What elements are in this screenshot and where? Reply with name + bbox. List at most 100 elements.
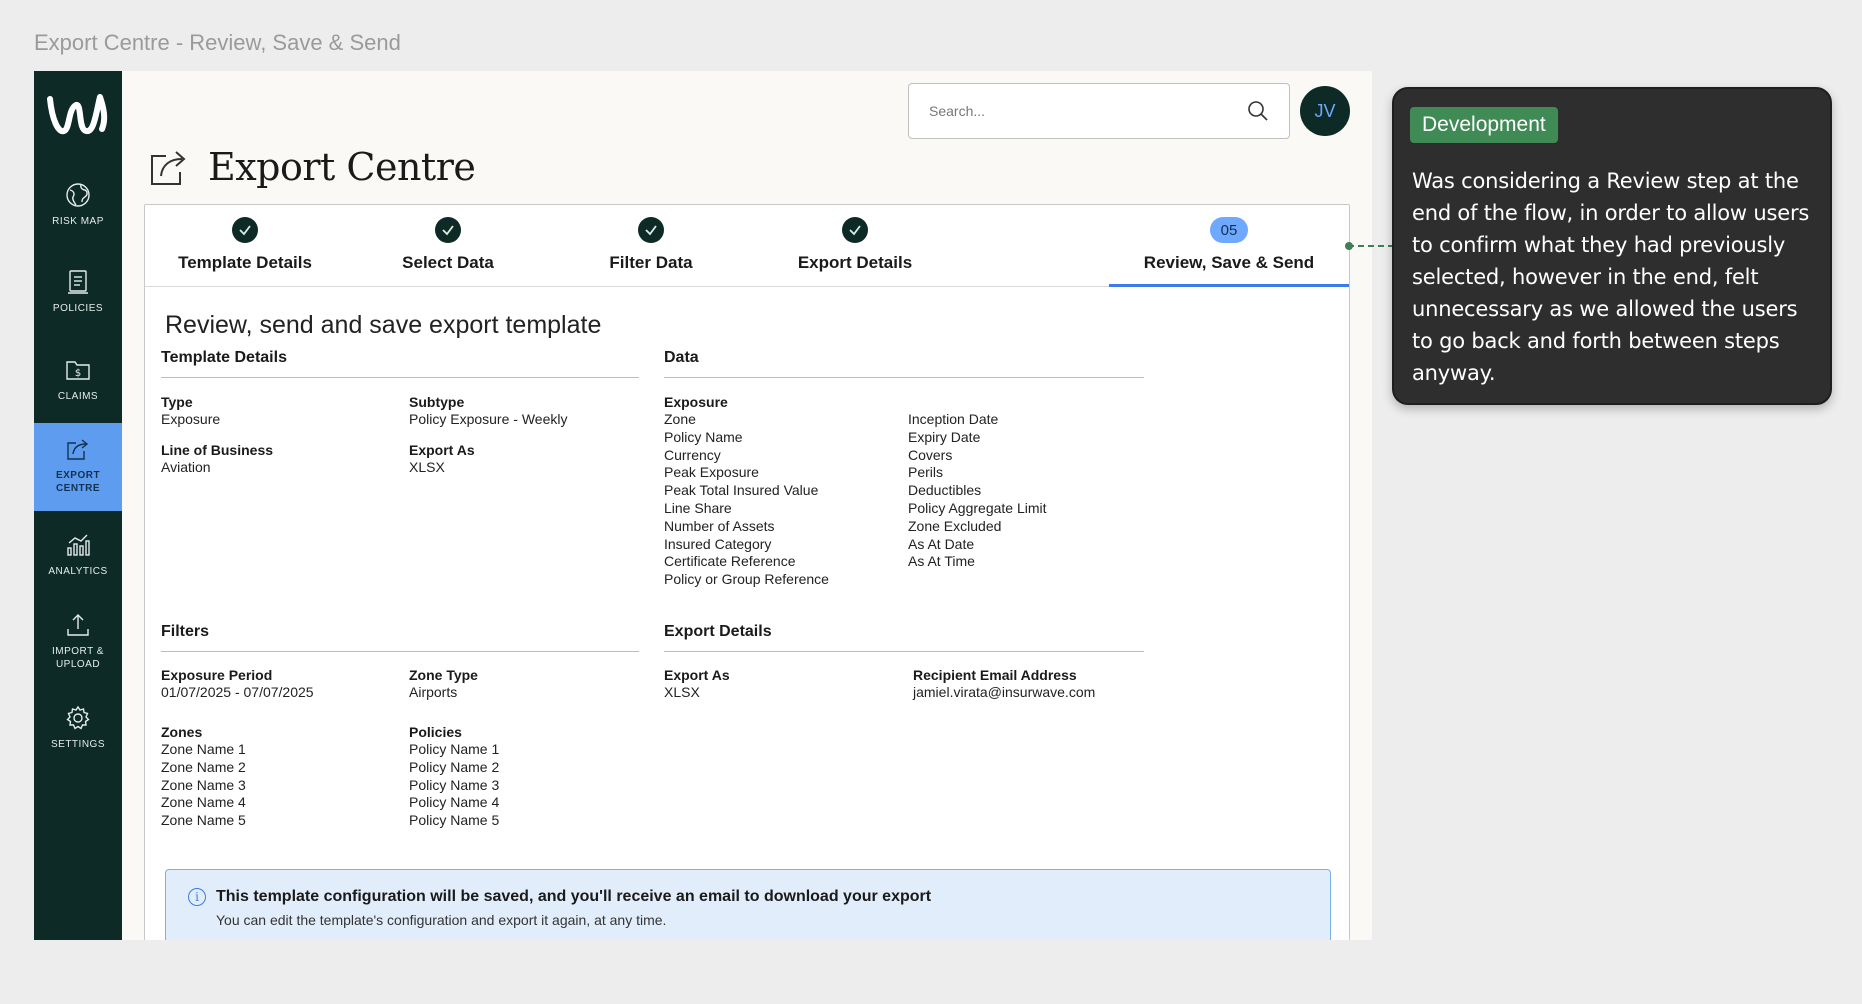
list-item: Policy or Group Reference <box>664 571 829 588</box>
exposure-label: Exposure <box>664 394 728 410</box>
divider <box>161 377 639 378</box>
sidebar-item-risk-map[interactable]: RISK MAP <box>34 181 122 245</box>
gear-icon <box>66 705 90 730</box>
export-as-value: XLSX <box>664 684 700 700</box>
check-icon <box>842 217 868 243</box>
list-item: Inception Date <box>908 411 999 427</box>
analytics-icon <box>67 534 90 556</box>
template-details-title: Template Details <box>161 349 287 366</box>
list-item: Line Share <box>664 499 732 516</box>
document-icon <box>68 270 88 294</box>
step-label: Select Data <box>402 253 494 272</box>
list-item: Policy Name <box>664 428 743 445</box>
sidebar-item-label: RISK MAP <box>52 216 104 227</box>
list-item: Currency <box>664 446 721 463</box>
info-banner: i This template configuration will be sa… <box>165 869 1331 940</box>
sidebar-item-label: EXPORT CENTRE <box>55 470 101 494</box>
exposure-period-value: 01/07/2025 - 07/07/2025 <box>161 684 314 700</box>
search-icon[interactable] <box>1247 100 1269 122</box>
logo-icon[interactable] <box>46 89 110 141</box>
exposure-period-label: Exposure Period <box>161 667 273 683</box>
zone-type-label: Zone Type <box>409 667 478 683</box>
step-label: Export Details <box>797 253 913 272</box>
step-review-save-send[interactable]: 05 Review, Save & Send <box>1109 205 1349 287</box>
export-icon <box>67 439 89 460</box>
annotation-note: Development Was considering a Review ste… <box>1392 87 1832 405</box>
page-title-wrap: Export Centre <box>146 144 476 190</box>
list-item: Policy Name 1 <box>409 741 500 757</box>
list-item: Policy Name 5 <box>409 812 500 829</box>
divider <box>664 377 1144 378</box>
sidebar-item-label: ANALYTICS <box>48 566 108 577</box>
list-item: As At Time <box>908 553 975 570</box>
subtype-label: Subtype <box>409 394 465 410</box>
step-number-badge: 05 <box>1210 217 1248 243</box>
sidebar-item-export-centre[interactable]: EXPORT CENTRE <box>34 423 122 511</box>
step-export-details[interactable]: Export Details <box>735 205 975 287</box>
page-title: Export Centre <box>208 145 476 189</box>
data-fields-col1: Zone Policy Name Currency Peak Exposure … <box>664 411 829 589</box>
step-label: Review, Save & Send <box>1143 253 1315 272</box>
svg-text:$: $ <box>75 368 81 379</box>
list-item: Policy Name 4 <box>409 794 500 811</box>
step-label: Filter Data <box>609 253 693 272</box>
zones-label: Zones <box>161 724 203 740</box>
list-item: Deductibles <box>908 482 982 499</box>
info-title: This template configuration will be save… <box>216 888 932 905</box>
export-as-value: XLSX <box>409 459 445 475</box>
type-value: Exposure <box>161 411 221 427</box>
avatar[interactable]: JV <box>1300 86 1350 136</box>
list-item: Covers <box>908 446 953 463</box>
list-item: Zone Excluded <box>908 517 1002 534</box>
list-item: Expiry Date <box>908 428 981 445</box>
sidebar-item-label: IMPORT & UPLOAD <box>52 646 104 670</box>
sidebar-item-settings[interactable]: SETTINGS <box>34 704 122 768</box>
list-item: Zone <box>664 411 696 427</box>
note-text: Was considering a Review step at the end… <box>1412 169 1810 385</box>
list-item: Zone Name 5 <box>161 812 246 829</box>
recipient-email-label: Recipient Email Address <box>913 667 1077 683</box>
sidebar-item-policies[interactable]: POLICIES <box>34 268 122 332</box>
step-label: Template Details <box>178 253 312 272</box>
list-item: Policy Aggregate Limit <box>908 499 1047 516</box>
list-item: Policy Name 3 <box>409 776 500 793</box>
sidebar-item-label: SETTINGS <box>50 739 105 750</box>
data-fields-col2: Inception Date Expiry Date Covers Perils… <box>908 411 1047 571</box>
export-icon <box>151 151 186 185</box>
search-input[interactable] <box>929 103 1247 119</box>
section-heading: Review, send and save export template <box>165 311 602 339</box>
sidebar-item-import-upload[interactable]: IMPORT & UPLOAD <box>34 611 122 691</box>
export-details-title: Export Details <box>664 623 772 640</box>
list-item: Peak Exposure <box>664 464 759 481</box>
sidebar-item-analytics[interactable]: ANALYTICS <box>34 531 122 595</box>
subtype-value: Policy Exposure - Weekly <box>409 411 568 427</box>
check-icon <box>435 217 461 243</box>
annotation-connector <box>1348 245 1394 247</box>
zones-list: Zone Name 1 Zone Name 2 Zone Name 3 Zone… <box>161 741 246 830</box>
check-icon <box>638 217 664 243</box>
globe-icon <box>66 183 90 207</box>
zone-type-value: Airports <box>409 684 458 700</box>
annotation-connector-dot <box>1345 242 1353 250</box>
sidebar-item-label: CLAIMS <box>57 391 99 402</box>
sidebar-item-claims[interactable]: $ CLAIMS <box>34 356 122 420</box>
lob-label: Line of Business <box>161 442 274 458</box>
review-card: Template Details Select Data Filter Data… <box>144 204 1350 940</box>
list-item: As At Date <box>908 535 975 552</box>
folder-dollar-icon: $ <box>66 361 90 380</box>
list-item: Zone Name 2 <box>161 758 246 775</box>
sidebar: RISK MAP POLICIES $ CLAIMS EXPORT CENTRE… <box>34 71 122 940</box>
list-item: Number of Assets <box>664 517 775 534</box>
export-as-label: Export As <box>664 667 730 683</box>
divider <box>161 651 639 652</box>
list-item: Policy Name 2 <box>409 758 500 775</box>
check-icon <box>232 217 258 243</box>
recipient-email-value: jamiel.virata@insurwave.com <box>913 684 1096 700</box>
data-title: Data <box>664 349 699 366</box>
search-box <box>908 83 1290 139</box>
list-item: Peak Total Insured Value <box>664 482 819 499</box>
policies-label: Policies <box>409 724 462 740</box>
list-item: Zone Name 1 <box>161 741 246 757</box>
list-item: Zone Name 3 <box>161 776 246 793</box>
export-as-label: Export As <box>409 442 475 458</box>
